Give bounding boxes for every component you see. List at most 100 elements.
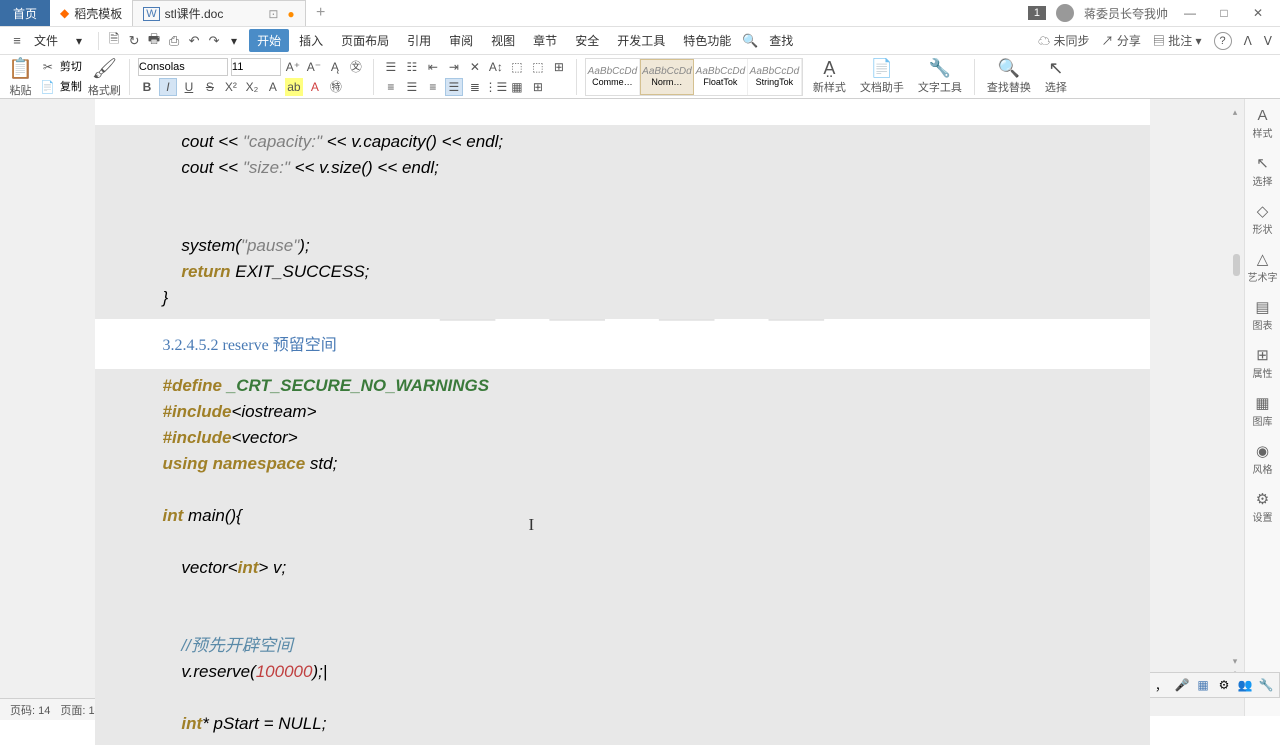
preview-icon[interactable]: ⎙ <box>165 33 183 49</box>
numbering-button[interactable]: ☷ <box>403 58 421 76</box>
indent-r[interactable]: ⬚ <box>529 58 547 76</box>
search-label[interactable]: 查找 <box>761 29 801 52</box>
undo-icon[interactable]: ↶ <box>185 33 203 49</box>
align-right[interactable]: ≡ <box>424 78 442 96</box>
char-border[interactable]: ㊕ <box>327 78 345 96</box>
tab-view[interactable]: 视图 <box>483 29 523 52</box>
tab-document[interactable]: W stl课件.doc ⊡ ● <box>132 0 305 26</box>
select-button[interactable]: ↖选择 <box>1041 58 1071 95</box>
line-spacing[interactable]: A↕ <box>487 58 505 76</box>
align-justify[interactable]: ☰ <box>445 78 463 96</box>
clear-format[interactable]: Ą <box>326 58 344 76</box>
texttool-button[interactable]: 🔧文字工具 <box>914 58 966 95</box>
align-left[interactable]: ≡ <box>382 78 400 96</box>
align-dist[interactable]: ≣ <box>466 78 484 96</box>
inc-indent[interactable]: ⇥ <box>445 58 463 76</box>
change-case[interactable]: ㉆ <box>347 58 365 76</box>
tab-pagelayout[interactable]: 页面布局 <box>333 29 397 52</box>
tab-section[interactable]: 章节 <box>525 29 565 52</box>
avatar[interactable] <box>1056 4 1074 22</box>
font-name-select[interactable] <box>138 58 228 76</box>
highlight-button[interactable]: ab <box>285 78 303 96</box>
save-icon[interactable]: 🗎 <box>105 30 123 52</box>
sync-status[interactable]: ☁ 未同步 <box>1038 32 1089 49</box>
rs-styles[interactable]: A样式 <box>1253 107 1273 140</box>
newstyle-button[interactable]: A̤新样式 <box>809 58 850 95</box>
style-string[interactable]: AaBbCcDdStringTok <box>748 59 802 95</box>
underline-button[interactable]: U <box>180 78 198 96</box>
style-normal[interactable]: AaBbCcDdNorm… <box>640 59 694 95</box>
style-float[interactable]: AaBbCcDdFloatTok <box>694 59 748 95</box>
rs-prop[interactable]: ⊞属性 <box>1253 346 1273 380</box>
italic-button[interactable]: I <box>159 78 177 96</box>
share-button[interactable]: ↗ 分享 <box>1101 32 1140 49</box>
hamburger-icon[interactable]: ≡ <box>8 33 26 48</box>
copy-button[interactable]: 📄 <box>39 78 57 96</box>
tab-dev[interactable]: 开发工具 <box>609 29 673 52</box>
outline-button[interactable]: ⋮☰ <box>487 78 505 96</box>
tab-insert[interactable]: 插入 <box>291 29 331 52</box>
borders-button[interactable]: ⊞ <box>529 78 547 96</box>
notif-badge[interactable]: 1 <box>1028 6 1046 20</box>
style-comme[interactable]: AaBbCcDdComme… <box>586 59 640 95</box>
ime-mic-icon[interactable]: 🎤 <box>1173 676 1191 694</box>
rs-style[interactable]: ◉风格 <box>1253 442 1273 476</box>
max-button[interactable]: □ <box>1212 1 1236 25</box>
help-icon[interactable]: ? <box>1214 32 1232 50</box>
min-button[interactable]: — <box>1178 1 1202 25</box>
menu-file-dropdown[interactable]: ▾ <box>70 32 88 50</box>
font-size-select[interactable] <box>231 58 281 76</box>
paste-button[interactable]: 📋粘贴 <box>8 56 33 98</box>
subscript-button[interactable]: X₂ <box>243 78 261 96</box>
ime-gear-icon[interactable]: ⚙ <box>1215 676 1233 694</box>
tab-start[interactable]: 开始 <box>249 29 289 52</box>
tab-docer[interactable]: ◆稻壳模板 <box>50 0 132 26</box>
collapse-up-icon[interactable]: ᐱ <box>1244 34 1252 48</box>
style-gallery[interactable]: AaBbCcDdComme… AaBbCcDdNorm… AaBbCcDdFlo… <box>585 58 803 96</box>
text-effects[interactable]: A <box>264 78 282 96</box>
scrollbar-handle[interactable] <box>1233 254 1240 276</box>
bold-button[interactable]: B <box>138 78 156 96</box>
shading-button[interactable]: ▦ <box>508 78 526 96</box>
tab-review[interactable]: 审阅 <box>441 29 481 52</box>
rs-shape[interactable]: ◇形状 <box>1253 202 1273 236</box>
rs-gallery[interactable]: ▦图库 <box>1253 394 1273 428</box>
cut-button[interactable]: ✂ <box>39 58 57 76</box>
strike-button[interactable]: S <box>201 78 219 96</box>
rs-settings[interactable]: ⚙设置 <box>1253 490 1273 524</box>
tab-reference[interactable]: 引用 <box>399 29 439 52</box>
menu-file[interactable]: 文件 <box>28 30 64 51</box>
grow-font[interactable]: A⁺ <box>284 58 302 76</box>
print-icon[interactable]: 🖶 <box>145 30 163 52</box>
docasst-button[interactable]: 📄文档助手 <box>856 58 908 95</box>
toolbar-dropdown[interactable]: ▾ <box>225 32 243 50</box>
document-content[interactable]: ▨ ▨ ▦ ▦ cout << "capacity:" << v.capacit… <box>95 99 1150 745</box>
align-center[interactable]: ☰ <box>403 78 421 96</box>
close-button[interactable]: ✕ <box>1246 1 1270 25</box>
tab-special[interactable]: 特色功能 <box>675 29 739 52</box>
dec-indent[interactable]: ⇤ <box>424 58 442 76</box>
scroll-up[interactable]: ▴ <box>1230 107 1240 118</box>
rs-select[interactable]: ↖选择 <box>1253 154 1273 188</box>
bullets-button[interactable]: ☰ <box>382 58 400 76</box>
format-brush[interactable]: 🖌格式刷 <box>88 56 121 98</box>
font-scale[interactable]: ✕ <box>466 58 484 76</box>
tab-home[interactable]: 首页 <box>0 0 50 26</box>
tab-button[interactable]: ⊞ <box>550 58 568 76</box>
ime-punct[interactable]: ， <box>1152 676 1170 694</box>
rs-chart[interactable]: ▤图表 <box>1253 298 1273 332</box>
redo-icon[interactable]: ↷ <box>205 33 223 49</box>
ime-people-icon[interactable]: 👥 <box>1236 676 1254 694</box>
shrink-font[interactable]: A⁻ <box>305 58 323 76</box>
collapse-down-icon[interactable]: ᐯ <box>1264 34 1272 48</box>
tab-add[interactable]: + <box>306 0 336 26</box>
superscript-button[interactable]: X² <box>222 78 240 96</box>
indent-l[interactable]: ⬚ <box>508 58 526 76</box>
font-color[interactable]: A <box>306 78 324 96</box>
rs-wordart[interactable]: △艺术字 <box>1248 250 1278 284</box>
search-icon[interactable]: 🔍 <box>741 33 759 49</box>
ime-wrench-icon[interactable]: 🔧 <box>1257 676 1275 694</box>
document-page[interactable]: ⊡ ▸ ▨ ▨ ▦ ▦ cout << "capacity:" << v.cap… <box>95 99 1150 716</box>
findrepl-button[interactable]: 🔍查找替换 <box>983 58 1035 95</box>
comment-button[interactable]: ▤ 批注 ▾ <box>1153 32 1202 49</box>
